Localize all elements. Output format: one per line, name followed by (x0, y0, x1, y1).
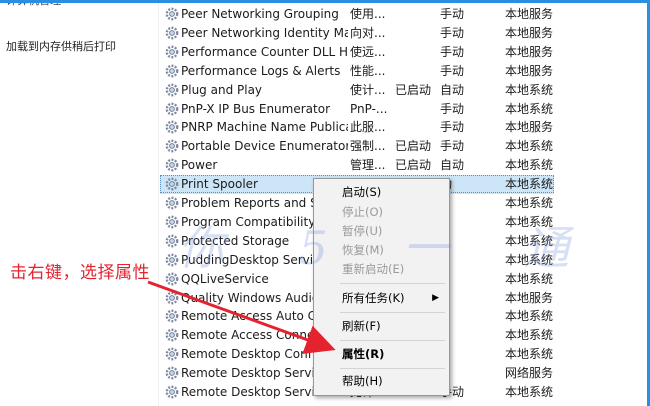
annotation-arrow-icon (147, 280, 336, 354)
